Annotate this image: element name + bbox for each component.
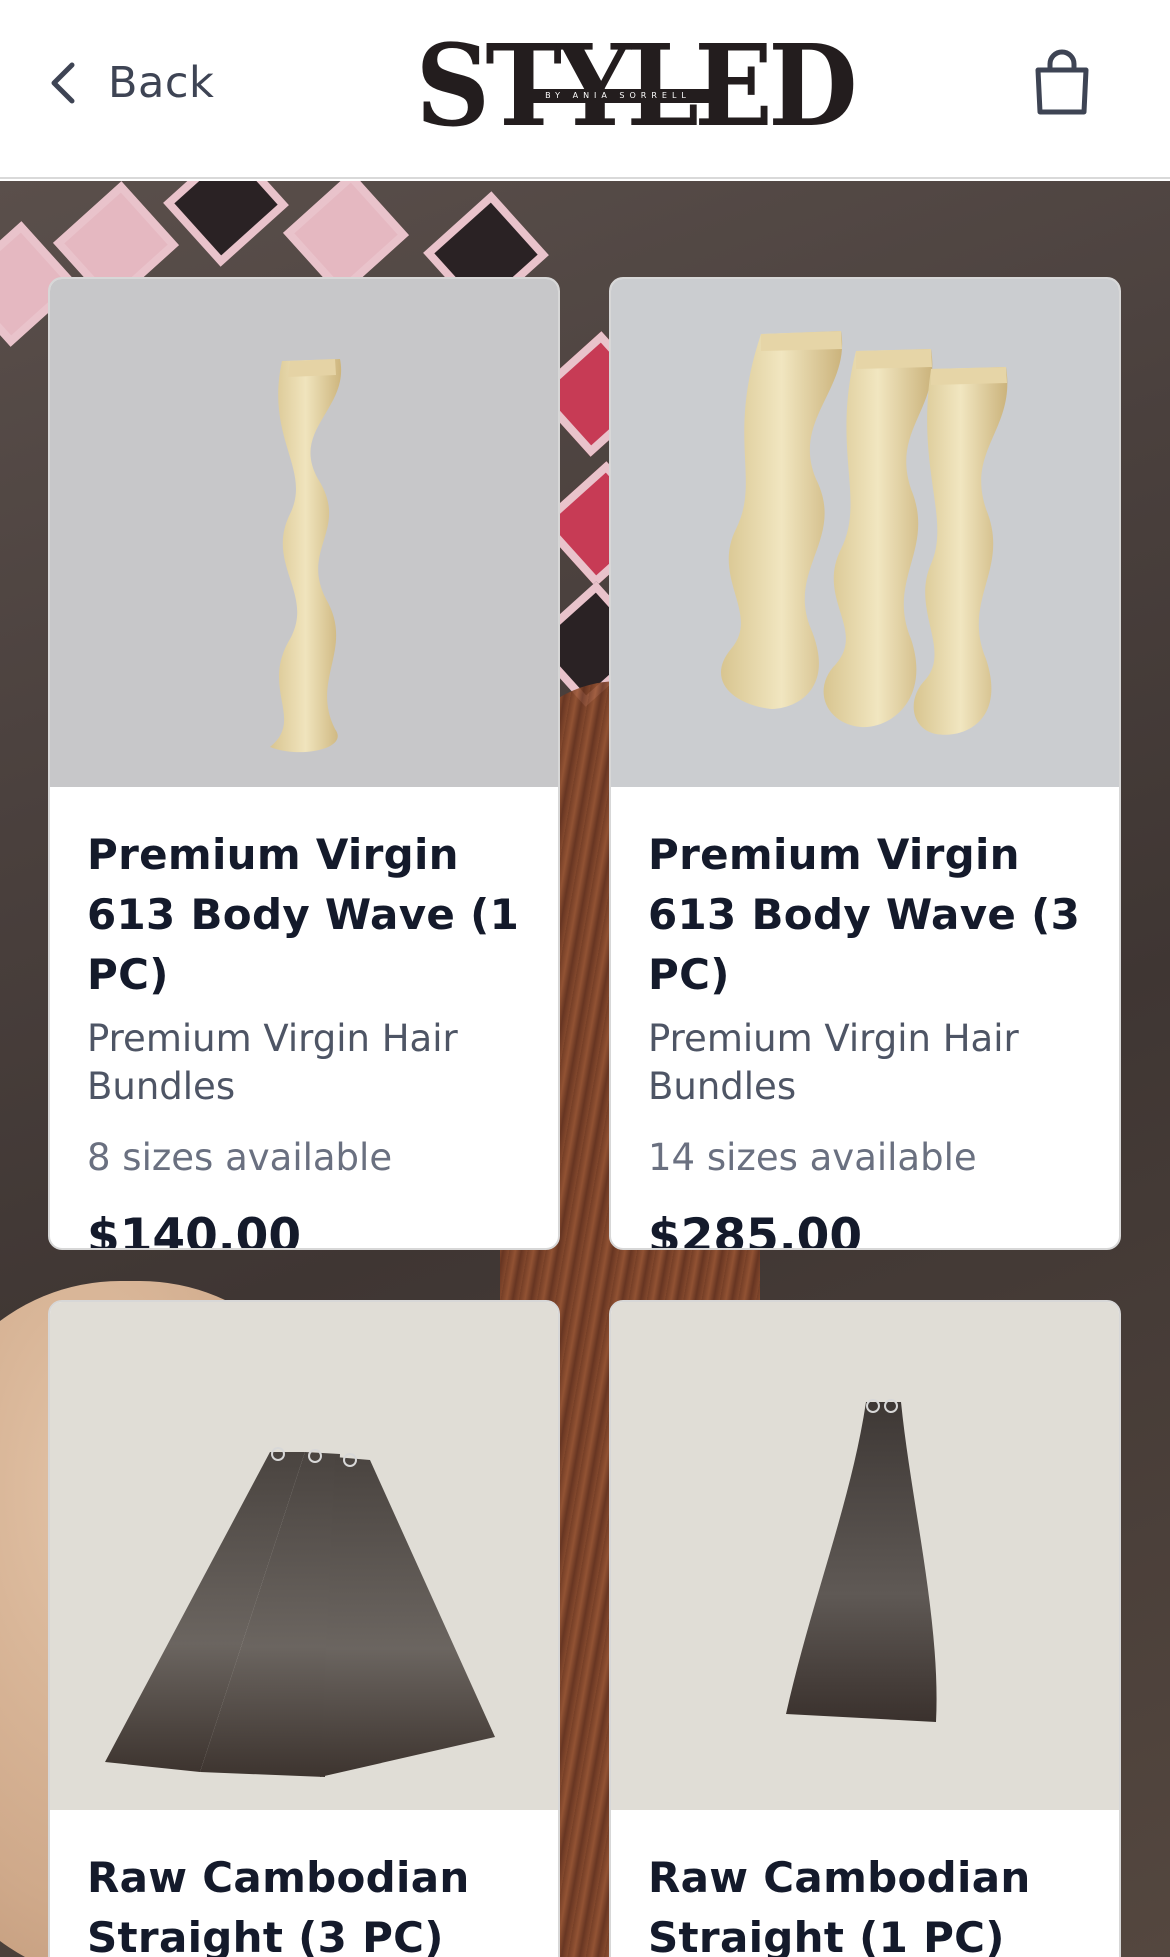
product-sizes: 8 sizes available bbox=[87, 1136, 393, 1179]
back-label: Back bbox=[108, 58, 215, 108]
product-card[interactable]: Raw Cambodian Straight (3 PC) bbox=[48, 1300, 560, 1957]
product-image[interactable] bbox=[50, 279, 558, 787]
product-card[interactable]: Premium Virgin 613 Body Wave (3 PC) Prem… bbox=[609, 277, 1121, 1250]
logo-tagline: BY ANIA SORRELL bbox=[518, 89, 718, 103]
logo-wordmark: STYLED bbox=[415, 21, 858, 152]
product-card[interactable]: Raw Cambodian Straight (1 PC) bbox=[609, 1300, 1121, 1957]
product-sizes: 14 sizes available bbox=[648, 1136, 977, 1179]
back-button[interactable]: Back bbox=[46, 50, 214, 116]
product-title[interactable]: Raw Cambodian Straight (3 PC) bbox=[87, 1848, 522, 1957]
product-image[interactable] bbox=[50, 1302, 558, 1810]
product-title[interactable]: Premium Virgin 613 Body Wave (3 PC) bbox=[648, 825, 1083, 1005]
straight-bundles-image bbox=[105, 1447, 495, 1777]
brand-logo[interactable]: STYLED BY ANIA SORRELL bbox=[398, 21, 858, 152]
background-polaroid bbox=[163, 181, 289, 267]
product-price: $285.00 bbox=[648, 1209, 863, 1250]
body-wave-bundle-image bbox=[270, 359, 342, 753]
app-header: Back STYLED BY ANIA SORRELL bbox=[0, 0, 1170, 179]
product-image[interactable] bbox=[611, 1302, 1119, 1810]
product-category: Premium Virgin Hair Bundles bbox=[87, 1017, 458, 1108]
chevron-left-icon bbox=[51, 62, 75, 104]
product-price: $140.00 bbox=[87, 1209, 302, 1250]
product-card[interactable]: Premium Virgin 613 Body Wave (1 PC) Prem… bbox=[48, 277, 560, 1250]
straight-bundle-image bbox=[786, 1399, 937, 1722]
shopping-bag-icon bbox=[1035, 49, 1089, 115]
product-title[interactable]: Premium Virgin 613 Body Wave (1 PC) bbox=[87, 825, 522, 1005]
product-title[interactable]: Raw Cambodian Straight (1 PC) bbox=[648, 1848, 1083, 1957]
product-category: Premium Virgin Hair Bundles bbox=[648, 1017, 1019, 1108]
body-wave-bundles-image bbox=[720, 331, 1008, 735]
cart-button[interactable] bbox=[1032, 48, 1092, 118]
product-image[interactable] bbox=[611, 279, 1119, 787]
